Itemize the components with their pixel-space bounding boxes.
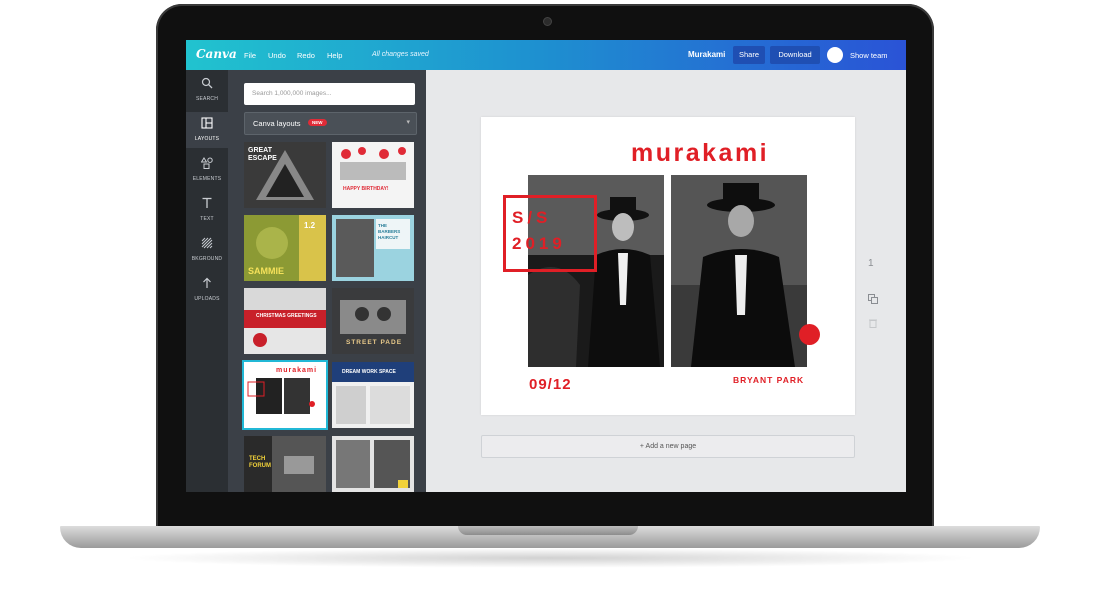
duplicate-page-icon[interactable] — [868, 294, 878, 306]
thumb-art — [332, 142, 414, 208]
layouts-icon — [186, 117, 228, 133]
delete-page-icon[interactable] — [868, 318, 878, 330]
search-icon — [186, 77, 228, 93]
elements-icon — [186, 157, 228, 173]
thumb-title: CHRISTMAS GREETINGS — [256, 313, 317, 319]
layout-thumbnail[interactable]: DREAM WORK SPACE — [332, 362, 414, 428]
menu-file[interactable]: File — [244, 51, 256, 60]
sidebar-item-label: SEARCH — [186, 96, 228, 102]
thumb-title: STREET PADE — [346, 339, 402, 346]
photo-right[interactable] — [671, 175, 807, 367]
add-page-button[interactable]: + Add a new page — [481, 435, 855, 458]
sidebar-item-text[interactable]: TEXT — [186, 192, 228, 228]
laptop-mockup: Canva File Undo Redo Help All changes sa… — [0, 0, 1100, 601]
show-team-button[interactable]: Show team — [850, 51, 888, 60]
layout-thumbnail[interactable]: HAPPY BIRTHDAY! — [332, 142, 414, 208]
menu-help[interactable]: Help — [327, 51, 342, 60]
text-icon — [186, 197, 228, 213]
layout-thumbnail[interactable]: CHRISTMAS GREETINGS — [244, 288, 326, 354]
thumb-title: TECH FORUM — [249, 456, 275, 470]
layouts-panel: Search 1,000,000 images... Canva layouts… — [228, 70, 426, 492]
background-icon — [186, 237, 228, 253]
man-in-hat-photo — [671, 175, 807, 367]
thumb-art — [244, 288, 326, 354]
image-search-input[interactable]: Search 1,000,000 images... — [244, 83, 415, 105]
app-screen: Canva File Undo Redo Help All changes sa… — [186, 40, 906, 492]
dropdown-label: Canva layouts — [253, 119, 301, 128]
avatar[interactable] — [827, 47, 843, 63]
uploads-icon — [186, 277, 228, 293]
sidebar-item-label: TEXT — [186, 216, 228, 222]
year-text[interactable]: 2019 — [512, 234, 566, 254]
design-title[interactable]: murakami — [631, 139, 769, 168]
share-button[interactable]: Share — [733, 46, 765, 64]
sidebar-item-label: LAYOUTS — [186, 136, 228, 142]
layout-thumbnail[interactable]: THE BARBERS HAIRCUT — [332, 215, 414, 281]
sidebar-nav: SEARCH LAYOUTS ELEMENTS TEXT — [186, 70, 228, 492]
laptop-notch — [458, 526, 638, 535]
top-bar: Canva File Undo Redo Help All changes sa… — [186, 40, 906, 70]
sidebar-item-label: BKGROUND — [186, 256, 228, 262]
thumb-title: GREAT ESCAPE — [248, 147, 288, 163]
canva-logo[interactable]: Canva — [196, 47, 237, 61]
download-button[interactable]: Download — [770, 46, 820, 64]
thumb-title: HAPPY BIRTHDAY! — [343, 186, 389, 192]
new-badge: NEW — [308, 119, 327, 126]
search-placeholder: Search 1,000,000 images... — [252, 90, 332, 97]
sidebar-item-search[interactable]: SEARCH — [186, 72, 228, 108]
layout-thumbnail[interactable] — [332, 436, 414, 492]
thumb-art — [332, 436, 414, 492]
season-text[interactable]: S/S — [512, 208, 551, 228]
layout-thumbnail[interactable]: GREAT ESCAPE — [244, 142, 326, 208]
design-page[interactable]: murakami — [481, 117, 855, 415]
layout-thumbnail-selected[interactable]: murakami — [244, 362, 326, 428]
thumb-title: DREAM WORK SPACE — [342, 369, 396, 375]
menu-undo[interactable]: Undo — [268, 51, 286, 60]
layout-thumbnail[interactable]: SAMMIE 1.2 — [244, 215, 326, 281]
sidebar-item-label: ELEMENTS — [186, 176, 228, 182]
laptop-shadow — [120, 548, 980, 568]
sidebar-item-layouts[interactable]: LAYOUTS — [186, 112, 228, 148]
thumb-subtitle: 1.2 — [304, 221, 315, 230]
thumb-title: murakami — [276, 367, 317, 374]
event-location[interactable]: BRYANT PARK — [733, 375, 804, 385]
webcam — [543, 17, 552, 26]
red-dot-decoration[interactable] — [799, 324, 820, 345]
project-name[interactable]: Murakami — [688, 50, 725, 59]
thumb-title: THE BARBERS HAIRCUT — [378, 223, 408, 241]
menu-redo[interactable]: Redo — [297, 51, 315, 60]
page-number: 1 — [868, 258, 874, 269]
layout-thumbnail[interactable]: STREET PADE — [332, 288, 414, 354]
layouts-dropdown[interactable]: Canva layouts NEW ▾ — [244, 112, 417, 135]
sidebar-item-label: UPLOADS — [186, 296, 228, 302]
save-status: All changes saved — [372, 51, 429, 58]
sidebar-item-background[interactable]: BKGROUND — [186, 232, 228, 268]
layout-thumbnail[interactable]: TECH FORUM — [244, 436, 326, 492]
event-date[interactable]: 09/12 — [529, 376, 572, 393]
sidebar-item-uploads[interactable]: UPLOADS — [186, 272, 228, 308]
sidebar-item-elements[interactable]: ELEMENTS — [186, 152, 228, 188]
chevron-down-icon: ▾ — [406, 118, 410, 126]
thumb-title: SAMMIE — [248, 266, 284, 276]
